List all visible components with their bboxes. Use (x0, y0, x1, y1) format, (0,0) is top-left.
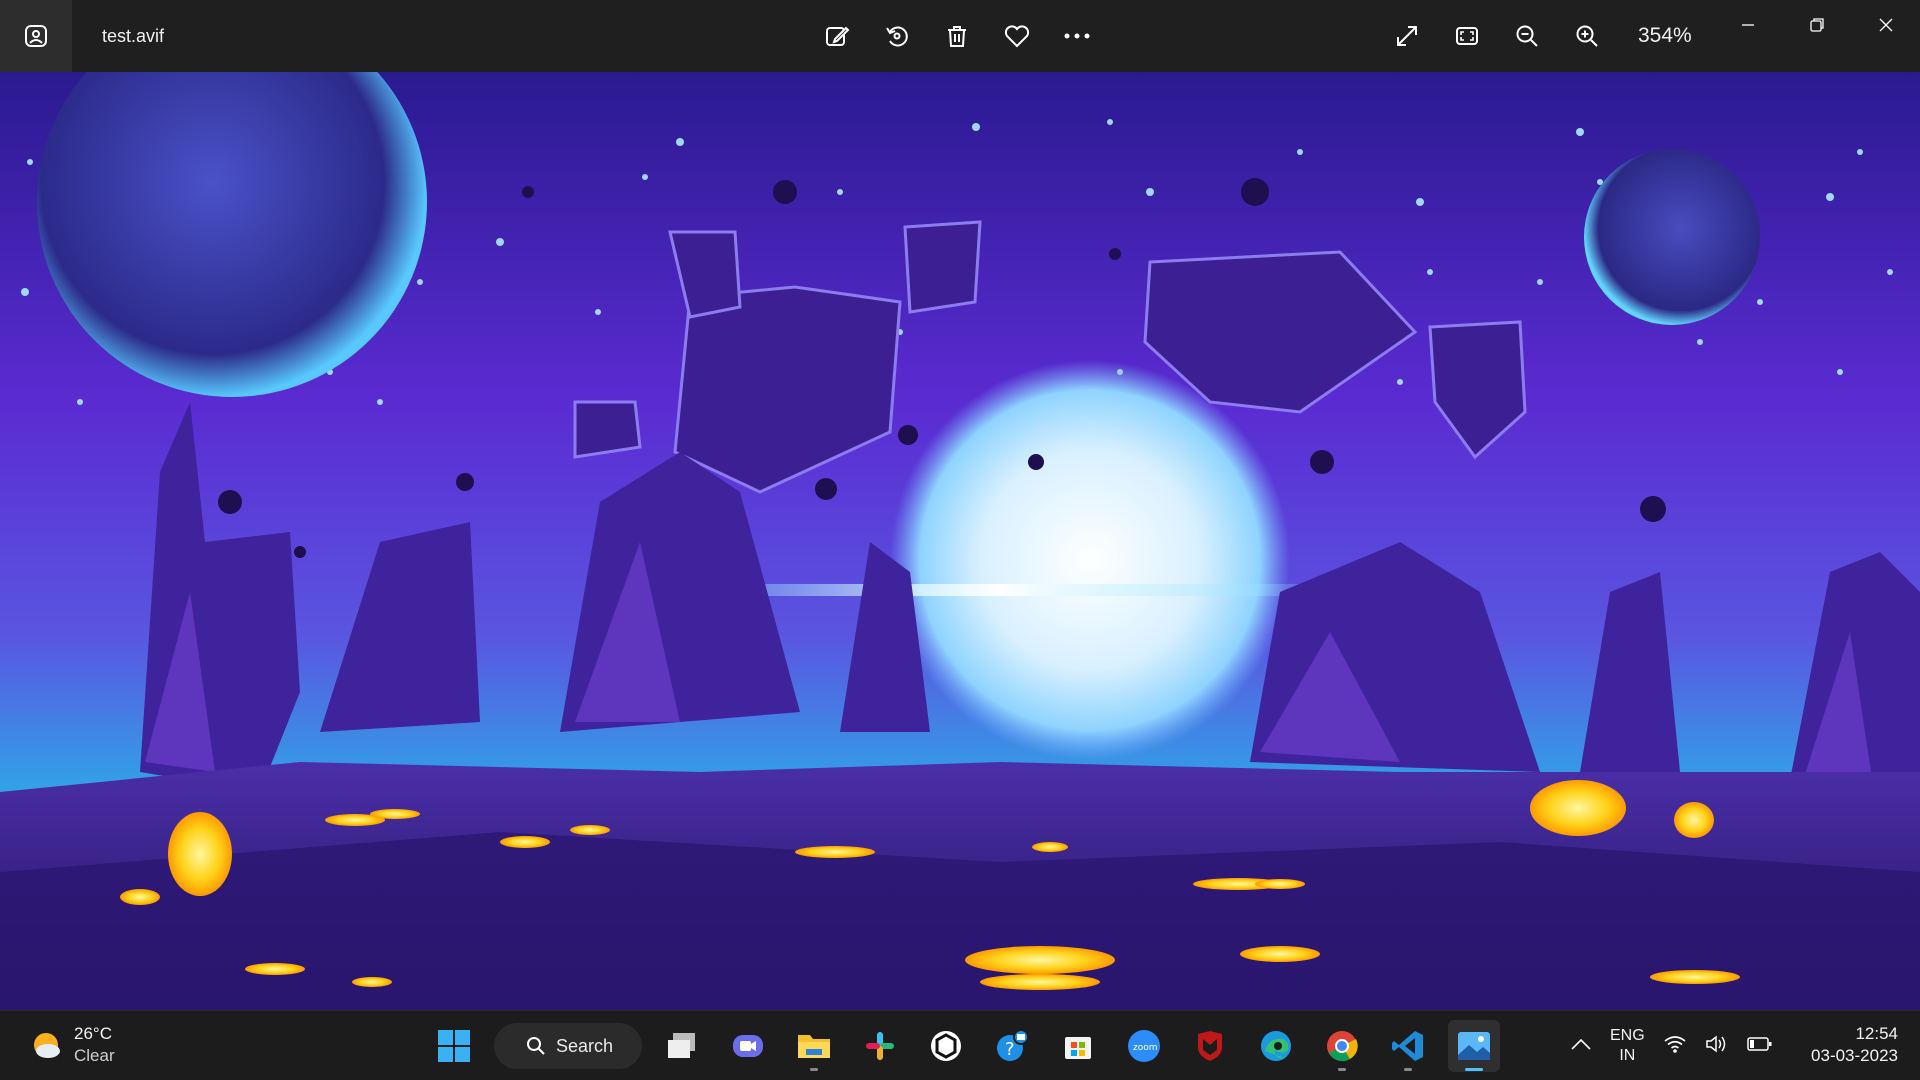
volume-icon[interactable] (1705, 1034, 1729, 1059)
store-icon (1065, 1037, 1091, 1059)
small-planet (1584, 149, 1760, 325)
weather-widget[interactable]: 26°C Clear (28, 1023, 115, 1067)
taskbar: 26°C Clear Search ? zoom ENG IN 12:54 03… (0, 1010, 1920, 1080)
full-screen-icon[interactable] (1390, 19, 1424, 53)
search-icon (527, 1037, 545, 1055)
mcafee-button[interactable] (1184, 1020, 1236, 1072)
teams-chat-button[interactable] (722, 1020, 774, 1072)
get-help-button[interactable]: ? (986, 1020, 1038, 1072)
edge-button[interactable] (1250, 1020, 1302, 1072)
svg-text:zoom: zoom (1133, 1043, 1158, 1053)
rotate-icon[interactable] (880, 19, 914, 53)
wifi-icon[interactable] (1663, 1034, 1687, 1059)
get-help-icon: ? (997, 1029, 1029, 1061)
system-tray: ENG IN (1570, 1021, 1773, 1071)
zoom-icon: zoom (1128, 1030, 1160, 1062)
view-toolbar: 354% (1390, 0, 1692, 72)
edge-icon (1261, 1031, 1291, 1061)
window-controls (1713, 0, 1920, 50)
restore-button[interactable] (1782, 0, 1851, 50)
start-button[interactable] (428, 1020, 480, 1072)
mcafee-shield-icon (1198, 1031, 1222, 1061)
weather-condition: Clear (74, 1046, 115, 1065)
language-indicator[interactable]: ENG IN (1610, 1026, 1645, 1066)
photos-button[interactable] (1448, 1020, 1500, 1072)
vscode-button[interactable] (1382, 1020, 1434, 1072)
clock-time: 12:54 (1855, 1024, 1898, 1043)
image-toolbar (820, 0, 1094, 72)
weather-sun-icon (34, 1033, 60, 1058)
search-label: Search (556, 1035, 614, 1056)
image-canvas[interactable] (0, 72, 1920, 1010)
file-name: test.avif (102, 25, 165, 46)
svg-text:?: ? (1005, 1039, 1015, 1060)
microsoft-store-button[interactable] (1052, 1020, 1104, 1072)
see-more-icon[interactable] (1060, 19, 1094, 53)
chrome-button[interactable] (1316, 1020, 1368, 1072)
task-view-icon (668, 1033, 695, 1058)
title-bar: test.avif 354% (0, 0, 1920, 72)
zoom-level[interactable]: 354% (1638, 24, 1692, 48)
slack-button[interactable] (854, 1020, 906, 1072)
unity-hub-button[interactable] (920, 1020, 972, 1072)
slack-icon (866, 1032, 894, 1060)
taskbar-search[interactable]: Search (494, 1023, 642, 1069)
task-view-button[interactable] (656, 1020, 708, 1072)
vscode-icon (1392, 1031, 1423, 1061)
unity-hub-icon (931, 1031, 961, 1061)
zoom-out-icon[interactable] (1510, 19, 1544, 53)
chrome-icon (1327, 1031, 1358, 1062)
battery-icon[interactable] (1746, 1036, 1773, 1057)
clock-date: 03-03-2023 (1811, 1046, 1898, 1065)
photos-app-icon[interactable] (0, 0, 72, 72)
taskbar-apps: Search ? zoom (428, 1019, 1500, 1073)
glowing-sun (890, 360, 1290, 760)
zoom-in-icon[interactable] (1570, 19, 1604, 53)
edit-image-icon[interactable] (820, 19, 854, 53)
favorite-heart-icon[interactable] (1000, 19, 1034, 53)
windows-logo-icon (438, 1030, 470, 1062)
photos-icon (1458, 1032, 1490, 1060)
file-explorer-button[interactable] (788, 1020, 840, 1072)
fit-to-window-icon[interactable] (1450, 19, 1484, 53)
weather-temperature: 26°C (74, 1024, 112, 1043)
zoom-button[interactable]: zoom (1118, 1020, 1170, 1072)
space-landscape-image (0, 72, 1920, 1010)
close-button[interactable] (1851, 0, 1920, 50)
delete-icon[interactable] (940, 19, 974, 53)
show-hidden-icons-chevron-icon[interactable] (1570, 1037, 1592, 1056)
folder-icon (798, 1035, 830, 1058)
teams-chat-icon (733, 1035, 763, 1057)
minimize-button[interactable] (1713, 0, 1782, 50)
taskbar-clock[interactable]: 12:54 03-03-2023 (1811, 1023, 1898, 1067)
